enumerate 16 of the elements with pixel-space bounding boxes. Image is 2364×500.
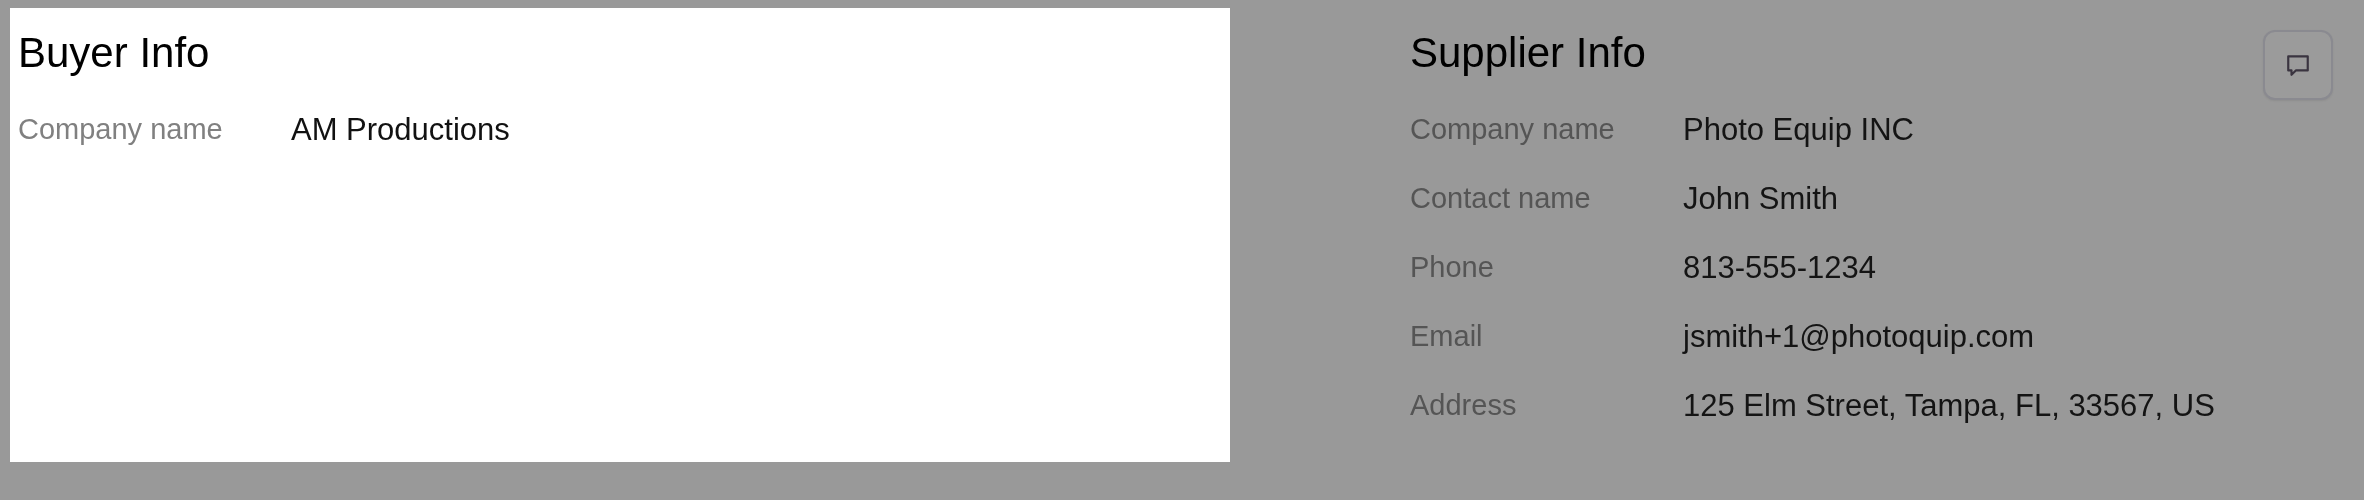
field-label: Contact name (1410, 182, 1592, 215)
field-value: jsmith+1@photoquip.com (1683, 318, 2035, 355)
field-label: Address (1410, 389, 1518, 422)
field-label: Company name (1410, 113, 1616, 146)
chat-bubble-icon (2285, 52, 2311, 78)
comment-button[interactable] (2263, 30, 2333, 100)
section-title: Supplier Info (1410, 28, 1646, 78)
field-value: 125 Elm Street, Tampa, FL, 33567, US (1683, 387, 2215, 424)
field-value: AM Productions (291, 111, 510, 148)
field-label: Email (1410, 320, 1484, 353)
field-value: 813-555-1234 (1683, 249, 1877, 286)
field-label: Phone (1410, 251, 1495, 284)
section-title: Buyer Info (18, 28, 211, 78)
field-value: Photo Equip INC (1683, 111, 1914, 148)
field-value: John Smith (1683, 180, 1839, 217)
field-label: Company name (18, 113, 224, 146)
